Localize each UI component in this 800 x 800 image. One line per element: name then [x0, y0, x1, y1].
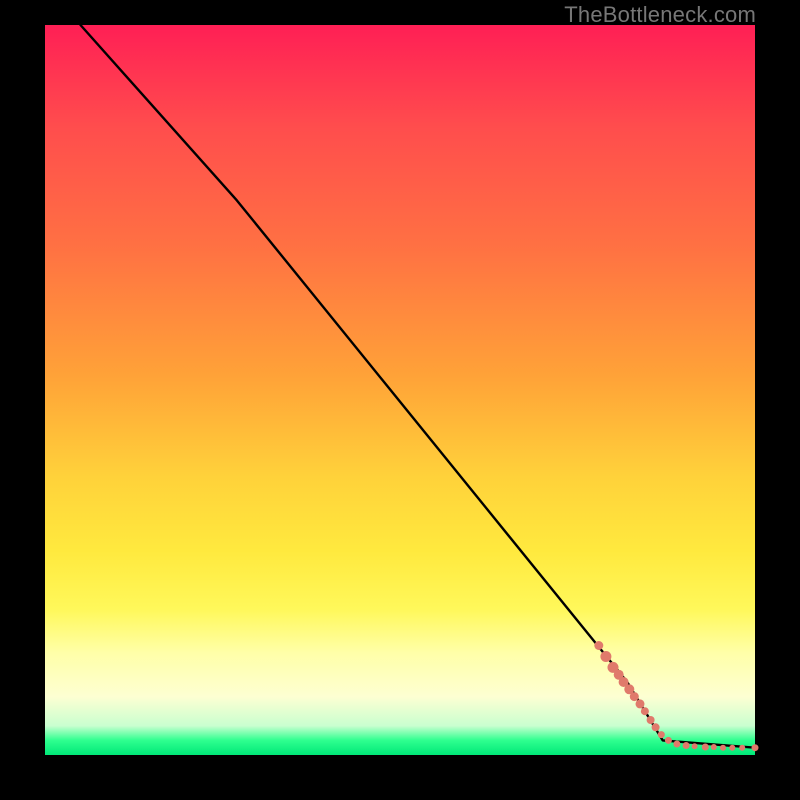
chart-overlay: [45, 25, 755, 755]
data-point: [702, 744, 709, 751]
data-point: [729, 745, 735, 751]
data-point: [594, 641, 603, 650]
chart-stage: TheBottleneck.com: [0, 0, 800, 800]
trend-line: [81, 25, 756, 748]
data-point: [720, 745, 726, 751]
data-point: [636, 699, 645, 708]
data-point: [692, 743, 698, 749]
data-point: [647, 716, 655, 724]
data-point: [630, 692, 639, 701]
data-point: [683, 742, 690, 749]
data-point-group: [594, 641, 758, 751]
data-point: [711, 744, 717, 750]
data-point: [600, 651, 611, 662]
data-point: [752, 744, 759, 751]
data-point: [665, 737, 672, 744]
data-point: [641, 707, 649, 715]
data-point: [673, 741, 680, 748]
data-point: [658, 731, 665, 738]
data-point: [652, 723, 660, 731]
data-point: [739, 745, 745, 751]
